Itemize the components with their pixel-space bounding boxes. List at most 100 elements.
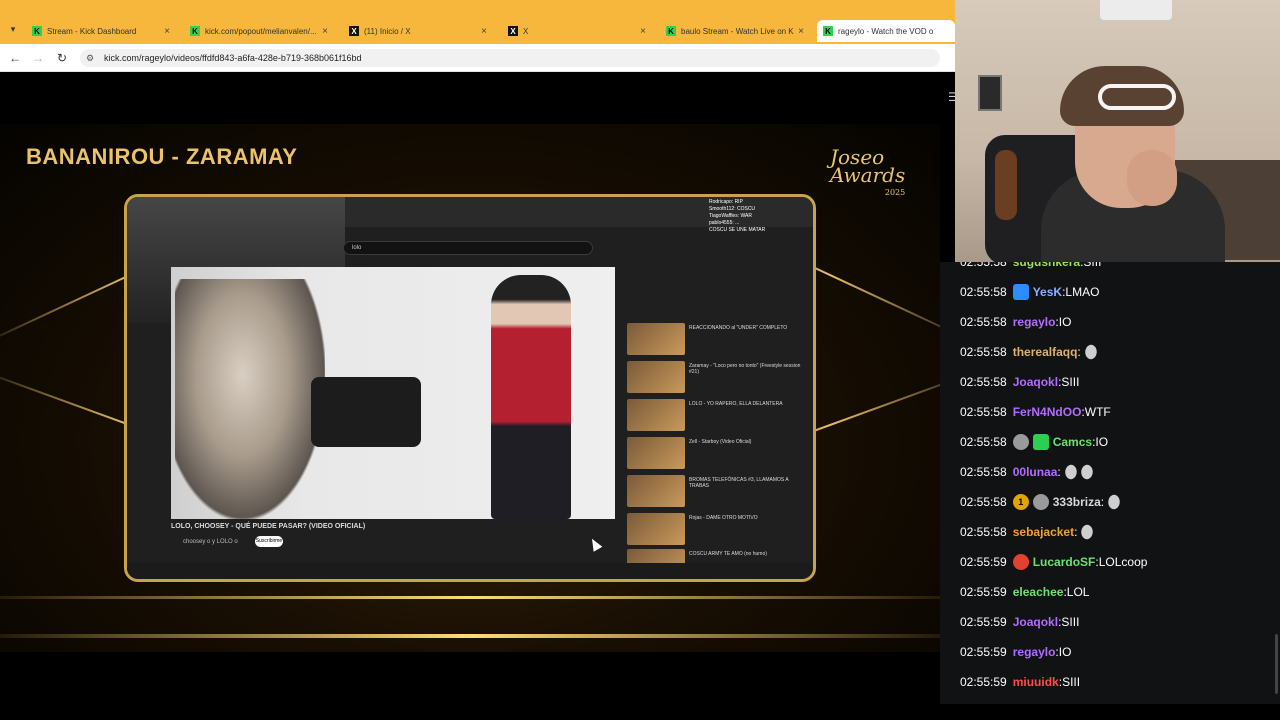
close-icon[interactable]: × xyxy=(796,26,806,37)
chat-username[interactable]: miuuidk xyxy=(1013,675,1059,689)
blue-badge-icon[interactable] xyxy=(1012,284,1029,300)
chat-separator: : xyxy=(1074,525,1078,539)
chat-timestamp: 02:55:59 xyxy=(960,585,1007,599)
chat-username[interactable]: YesK xyxy=(1033,285,1062,299)
recommended-item: BROMAS TELEFÓNICAS #3, LLAMAMOS A TRABAS xyxy=(627,475,813,511)
chat-username[interactable]: regaylo xyxy=(1013,645,1056,659)
recommended-title: Zaramay - "Loco pero no tonto" (Freestyl… xyxy=(689,363,801,375)
chat-message: 02:55:58 Joaqokl: SIII xyxy=(960,367,1079,397)
close-icon[interactable]: × xyxy=(162,26,172,37)
close-icon[interactable]: × xyxy=(638,26,648,37)
tab-search-icon[interactable]: ▾ xyxy=(6,22,20,36)
stream-video-player[interactable]: BANANIROU - ZARAMAY Joseo Awards 2025 lo… xyxy=(0,72,955,720)
wall-poster xyxy=(978,75,1002,111)
address-bar: ← → ↻ kick.com/rageylo/videos/ffdfd843-a… xyxy=(0,44,955,72)
kick-icon: K xyxy=(190,26,200,36)
gold-badge-icon[interactable]: 1 xyxy=(1012,494,1029,510)
chat-username[interactable]: Camcs xyxy=(1053,435,1092,449)
tab-title: Stream - Kick Dashboard xyxy=(47,26,137,36)
browser-tab[interactable]: K baulo Stream - Watch Live on K × xyxy=(660,20,812,42)
close-icon[interactable]: × xyxy=(479,26,489,37)
chat-message: 02:55:58 regaylo: IO xyxy=(960,307,1071,337)
chat-timestamp: 02:55:58 xyxy=(960,405,1007,419)
embedded-taskbar xyxy=(127,563,813,579)
chat-message: 02:55:59 eleachee: LOL xyxy=(960,577,1089,607)
embedded-music-video xyxy=(171,267,615,519)
chat-username[interactable]: Joaqokl xyxy=(1013,615,1058,629)
reload-icon[interactable]: ↻ xyxy=(55,51,69,65)
overlay-line: COSCU SE UNE MATAR xyxy=(709,227,766,233)
chat-message-text: IO xyxy=(1058,315,1072,329)
recommended-title: Rojas - DAME OTRO MOTIVO xyxy=(689,515,758,521)
kick-icon: K xyxy=(823,26,833,36)
back-arrow-icon[interactable]: ← xyxy=(8,51,22,65)
chat-username[interactable]: sugusnkera xyxy=(1013,262,1080,269)
browser-tab[interactable]: X (11) Inicio / X × xyxy=(343,20,495,42)
award-category-title: BANANIROU - ZARAMAY xyxy=(26,144,298,169)
browser-tab[interactable]: X X × xyxy=(502,20,654,42)
chat-username[interactable]: FerN4NdOO xyxy=(1013,405,1082,419)
green-badge-icon[interactable] xyxy=(1032,434,1049,450)
gray-badge-icon[interactable] xyxy=(1012,434,1029,450)
gold-light-band xyxy=(0,596,940,599)
chat-separator: : xyxy=(1100,495,1105,509)
chat-timestamp: 02:55:58 xyxy=(960,525,1007,539)
guitar xyxy=(995,150,1017,220)
chat-username[interactable]: regaylo xyxy=(1013,315,1056,329)
tab-title: baulo Stream - Watch Live on K xyxy=(681,26,794,36)
overlay-line: Smooth112: COSCU xyxy=(709,206,756,212)
chat-message-text: IO xyxy=(1058,645,1072,659)
chat-message: 02:55:58 00lunaa: xyxy=(960,457,1096,487)
embedded-channel-name: choosey o y LOLO o xyxy=(183,539,238,545)
feather-emote-icon xyxy=(1082,343,1100,361)
chat-timestamp: 02:55:58 xyxy=(960,465,1007,479)
forward-arrow-icon[interactable]: → xyxy=(31,51,45,65)
live-chat-panel[interactable]: 02:55:58 sugusnkera: SIII 02:55:58 YesK: LM… xyxy=(940,262,1280,704)
chat-timestamp: 02:55:58 xyxy=(960,345,1007,359)
chat-message: 02:55:58 FerN4NdOO: WTF xyxy=(960,397,1111,427)
feather-emote-icon xyxy=(1078,463,1096,481)
chat-username[interactable]: sebajacket xyxy=(1013,525,1074,539)
camera-on-tripod xyxy=(311,377,421,447)
embedded-subscribe-button: Suscribirme xyxy=(255,536,283,547)
chat-message-text: IO xyxy=(1095,435,1109,449)
chat-username[interactable]: 333briza xyxy=(1053,495,1101,509)
chat-username[interactable]: eleachee xyxy=(1013,585,1064,599)
tab-title: rageylo - Watch the VOD o xyxy=(838,26,934,36)
person-red-sweater xyxy=(491,275,571,519)
tab-title: kick.com/popout/melianvalen/... xyxy=(205,26,317,36)
chat-username[interactable]: LucardoSF xyxy=(1033,555,1096,569)
chat-timestamp: 02:55:58 xyxy=(960,495,1007,509)
url-field[interactable]: kick.com/rageylo/videos/ffdfd843-a6fa-42… xyxy=(80,49,940,67)
chat-username[interactable]: Joaqokl xyxy=(1013,375,1058,389)
browser-tab-active[interactable]: K rageylo - Watch the VOD o xyxy=(817,20,955,42)
close-icon[interactable]: × xyxy=(320,26,330,37)
chat-scrollbar[interactable] xyxy=(1275,634,1278,694)
recommended-title: BROMAS TELEFÓNICAS #3, LLAMAMOS A TRABAS xyxy=(689,477,789,489)
gold-light-band xyxy=(0,634,940,638)
recommended-item: Zell - Starboy (Video Oficial) xyxy=(627,437,813,473)
streamer-hand xyxy=(1127,150,1177,206)
site-info-icon[interactable]: ⚙ xyxy=(86,53,96,63)
browser-tab[interactable]: K kick.com/popout/melianvalen/... × xyxy=(184,20,336,42)
chat-message: 02:55:59 miuuidk: SIII xyxy=(960,667,1080,697)
chat-timestamp: 02:55:59 xyxy=(960,555,1007,569)
chat-username[interactable]: 00lunaa xyxy=(1013,465,1058,479)
chat-message: 02:55:58 sebajacket: xyxy=(960,517,1096,547)
red-badge-icon[interactable] xyxy=(1012,554,1029,570)
chat-message-text: SIII xyxy=(1061,375,1080,389)
recommended-thumbnail xyxy=(627,323,685,355)
chat-message: 02:55:59 LucardoSF: LOLcoop xyxy=(960,547,1147,577)
recommended-item: Rojas - DAME OTRO MOTIVO xyxy=(627,513,813,549)
gray-badge-icon[interactable] xyxy=(1032,494,1049,510)
chat-timestamp: 02:55:58 xyxy=(960,435,1007,449)
chat-separator: : xyxy=(1057,465,1061,479)
embedded-recommended-list: REACCIONANDO al "UNDER" COMPLETO Zaramay… xyxy=(627,323,813,579)
recommended-thumbnail xyxy=(627,513,685,545)
recommended-title: COSCU ARMY TE AMO (no humo) xyxy=(689,551,767,557)
browser-tab[interactable]: K Stream - Kick Dashboard × xyxy=(26,20,178,42)
recommended-title: LOLO - YO RAPERO, ELLA DELANTERA xyxy=(689,401,783,407)
x-logo-icon: X xyxy=(349,26,359,36)
feather-emote-icon xyxy=(1079,523,1096,541)
chat-username[interactable]: therealfaqq xyxy=(1013,345,1078,359)
